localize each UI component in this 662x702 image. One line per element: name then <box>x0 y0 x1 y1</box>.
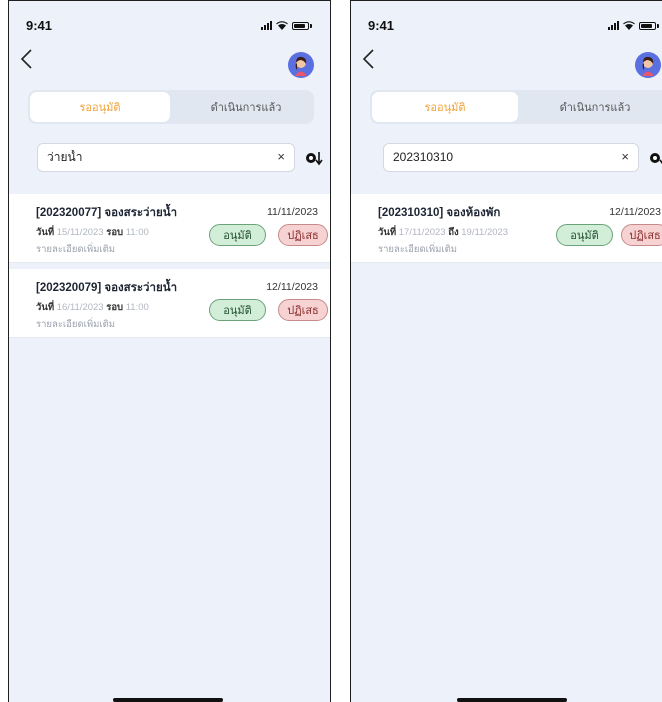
tab-pending[interactable]: รออนุมัติ <box>372 92 518 122</box>
request-card[interactable]: [202310310] จองห้องพัก 12/11/2023 วันที่… <box>351 194 662 263</box>
reject-button[interactable]: ปฏิเสธ <box>278 224 328 246</box>
battery-icon <box>292 22 309 30</box>
signal-icon <box>608 21 619 30</box>
battery-cap <box>657 24 659 28</box>
avatar-icon[interactable] <box>288 52 314 78</box>
system-icons <box>261 21 312 30</box>
approve-button[interactable]: อนุมัติ <box>209 299 266 321</box>
search-field[interactable]: × <box>383 143 639 172</box>
search-input[interactable] <box>47 150 257 164</box>
day-label: วันที่ <box>378 227 397 238</box>
details-link[interactable]: รายละเอียดเพิ่มเติม <box>36 317 115 332</box>
search-field[interactable]: × <box>37 143 295 172</box>
search-input[interactable] <box>393 150 603 164</box>
day-label: วันที่ <box>36 302 55 313</box>
day-value: 17/11/2023 <box>398 227 446 238</box>
home-indicator <box>113 698 223 702</box>
tab-pending[interactable]: รออนุมัติ <box>30 92 170 122</box>
approve-button[interactable]: อนุมัติ <box>556 224 613 246</box>
day-label: วันที่ <box>36 227 55 238</box>
reject-button[interactable]: ปฏิเสธ <box>621 224 662 246</box>
request-date: 11/11/2023 <box>267 206 318 218</box>
tab-bar: รออนุมัติ ดำเนินการแล้ว <box>370 90 662 124</box>
request-title: [202320079] จองสระว่ายน้ำ <box>36 282 178 294</box>
battery-icon <box>639 22 656 30</box>
request-card[interactable]: [202320077] จองสระว่ายน้ำ 11/11/2023 วัน… <box>9 194 330 263</box>
status-bar: 9:41 <box>9 18 330 34</box>
sort-icon[interactable] <box>305 150 323 166</box>
wifi-icon <box>276 21 288 30</box>
signal-icon <box>261 21 272 30</box>
request-card[interactable]: [202320079] จองสระว่ายน้ำ 12/11/2023 วัน… <box>9 269 330 338</box>
reject-button[interactable]: ปฏิเสธ <box>278 299 328 321</box>
battery-cap <box>310 24 312 28</box>
request-schedule: วันที่ 15/11/2023 รอบ 11:00 <box>36 225 149 240</box>
request-schedule: วันที่ 17/11/2023 ถึง 19/11/2023 <box>378 225 508 240</box>
round-value: 11:00 <box>125 227 149 238</box>
round-value: 11:00 <box>125 302 149 313</box>
approve-button[interactable]: อนุมัติ <box>209 224 266 246</box>
tab-done[interactable]: ดำเนินการแล้ว <box>178 90 314 124</box>
to-label: ถึง <box>448 227 459 238</box>
status-bar: 9:41 <box>351 18 662 34</box>
request-title: [202310310] จองห้องพัก <box>378 207 501 219</box>
phone-screen-2: 9:41 รออนุมัติ ดำเนินการแล้ว × [20231031… <box>350 0 662 702</box>
tab-done[interactable]: ดำเนินการแล้ว <box>521 90 662 124</box>
request-date: 12/11/2023 <box>609 206 661 218</box>
status-time: 9:41 <box>26 18 53 33</box>
round-label: รอบ <box>106 302 124 313</box>
tab-bar: รออนุมัติ ดำเนินการแล้ว <box>28 90 314 124</box>
back-chevron-icon[interactable] <box>19 49 35 69</box>
phone-screen-1: 9:41 รออนุมัติ ดำเนินการแล้ว × [20232007… <box>8 0 331 702</box>
status-time: 9:41 <box>368 18 395 33</box>
sort-icon[interactable] <box>649 150 662 166</box>
system-icons <box>608 21 659 30</box>
home-indicator <box>457 698 567 702</box>
request-title: [202320077] จองสระว่ายน้ำ <box>36 207 178 219</box>
round-label: รอบ <box>106 227 124 238</box>
day-value: 15/11/2023 <box>56 227 104 238</box>
to-value: 19/11/2023 <box>461 227 509 238</box>
clear-icon[interactable]: × <box>621 149 629 164</box>
request-schedule: วันที่ 16/11/2023 รอบ 11:00 <box>36 300 149 315</box>
details-link[interactable]: รายละเอียดเพิ่มเติม <box>378 242 457 257</box>
back-chevron-icon[interactable] <box>361 49 377 69</box>
details-link[interactable]: รายละเอียดเพิ่มเติม <box>36 242 115 257</box>
request-date: 12/11/2023 <box>266 281 318 293</box>
clear-icon[interactable]: × <box>277 149 285 164</box>
day-value: 16/11/2023 <box>56 302 104 313</box>
avatar-icon[interactable] <box>635 52 661 78</box>
wifi-icon <box>623 21 635 30</box>
